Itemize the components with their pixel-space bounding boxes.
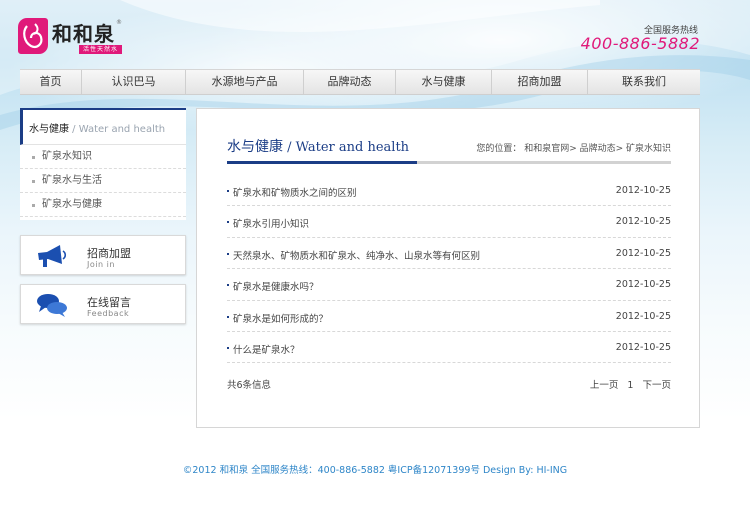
article-date: 2012-10-25	[615, 247, 671, 259]
article-title[interactable]: 矿泉水是健康水吗？	[233, 279, 319, 293]
sidebar-title-en: / Water and health	[69, 124, 166, 135]
list-item[interactable]: 矿泉水是健康水吗？ 2012-10-25	[227, 269, 671, 301]
article-date: 2012-10-25	[615, 341, 671, 353]
feedback-card[interactable]: 在线留言 Feedback	[20, 284, 186, 324]
feedback-subtitle: Feedback	[87, 309, 130, 318]
article-date: 2012-10-25	[615, 216, 671, 228]
footer-text: ©2012 和和泉 全国服务热线：400-886-5882 粤ICP备12071…	[182, 465, 568, 476]
list-item[interactable]: 矿泉水引用小知识 2012-10-25	[227, 206, 671, 238]
brand-title: 和和泉	[52, 22, 115, 46]
join-in-subtitle: Join in	[87, 260, 115, 269]
main-nav: 首页 认识巴马 水源地与产品 品牌动态 水与健康 招商加盟 联系我们	[20, 69, 700, 95]
registered-mark: ®	[116, 19, 122, 26]
list-item[interactable]: 天然泉水、矿物质水和矿泉水、纯净水、山泉水等有何区别 2012-10-25	[227, 238, 671, 270]
sidebar-item-mineral-water-health[interactable]: 矿泉水与健康	[20, 193, 186, 217]
pagination: 上一页 1 下一页	[584, 377, 671, 391]
list-item[interactable]: 矿泉水和矿物质水之间的区别 2012-10-25	[227, 175, 671, 207]
sidebar-header: 水与健康 / Water and health	[20, 108, 186, 145]
nav-item-contact[interactable]: 联系我们	[588, 70, 700, 94]
article-title[interactable]: 矿泉水是如何形成的？	[233, 311, 328, 325]
list-item[interactable]: 什么是矿泉水？ 2012-10-25	[227, 332, 671, 364]
article-title[interactable]: 矿泉水引用小知识	[233, 216, 309, 230]
sidebar-item-mineral-water-knowledge[interactable]: 矿泉水知识	[20, 145, 186, 169]
feedback-title: 在线留言	[87, 296, 131, 309]
page-title: 水与健康 / Water and health	[227, 136, 409, 156]
brand-subtitle: 活性天然水	[79, 45, 123, 54]
nav-item-franchise[interactable]: 招商加盟	[492, 70, 588, 94]
nav-item-home[interactable]: 首页	[20, 70, 82, 94]
join-in-title: 招商加盟	[87, 247, 131, 260]
sidebar-title: 水与健康	[29, 124, 69, 135]
sidebar-menu: 水与健康 / Water and health 矿泉水知识 矿泉水与生活 矿泉水…	[20, 108, 186, 220]
article-title[interactable]: 什么是矿泉水？	[233, 342, 300, 356]
logo-mark-icon	[18, 18, 48, 54]
nav-item-about-bama[interactable]: 认识巴马	[82, 70, 186, 94]
megaphone-icon	[38, 245, 67, 267]
current-page[interactable]: 1	[627, 380, 633, 391]
nav-item-water-health[interactable]: 水与健康	[396, 70, 492, 94]
article-date: 2012-10-25	[615, 185, 671, 196]
article-title[interactable]: 天然泉水、矿物质水和矿泉水、纯净水、山泉水等有何区别	[233, 248, 480, 262]
brand-logo[interactable]: 和和泉 活性天然水 ®	[18, 18, 128, 58]
prev-page-link[interactable]: 上一页	[590, 380, 619, 391]
article-list: 矿泉水和矿物质水之间的区别 2012-10-25 矿泉水引用小知识 2012-1…	[227, 175, 671, 364]
page-title-en: / Water and health	[283, 140, 410, 155]
hotline-number: 400-886-5882	[580, 34, 700, 53]
nav-item-brand-news[interactable]: 品牌动态	[304, 70, 396, 94]
result-count: 共6条信息	[227, 380, 272, 391]
list-item[interactable]: 矿泉水是如何形成的？ 2012-10-25	[227, 301, 671, 332]
article-title[interactable]: 矿泉水和矿物质水之间的区别	[233, 185, 357, 199]
next-page-link[interactable]: 下一页	[642, 380, 671, 391]
sidebar-item-mineral-water-life[interactable]: 矿泉水与生活	[20, 169, 186, 193]
content-panel: 水与健康 / Water and health 您的位置： 和和泉官网> 品牌动…	[196, 108, 700, 428]
chat-bubbles-icon	[37, 294, 67, 317]
breadcrumb: 您的位置： 和和泉官网> 品牌动态> 矿泉水知识	[476, 144, 671, 154]
article-date: 2012-10-25	[615, 279, 671, 291]
title-divider-accent	[227, 161, 417, 164]
article-date: 2012-10-25	[615, 310, 671, 322]
nav-item-source-products[interactable]: 水源地与产品	[186, 70, 304, 94]
page-title-cn: 水与健康	[227, 139, 283, 155]
join-in-card[interactable]: 招商加盟 Join in	[20, 235, 186, 275]
